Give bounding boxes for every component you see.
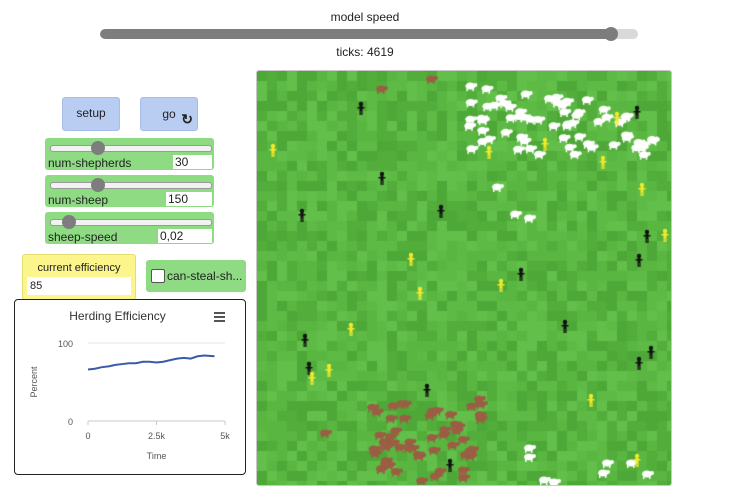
model-speed-label: model speed: [330, 10, 400, 24]
monitor-label: current efficiency: [37, 262, 121, 274]
y-tick-label: 100: [58, 339, 73, 349]
slider-num-shepherds[interactable]: num-shepherds 30: [45, 138, 214, 170]
slider-thumb[interactable]: [62, 215, 77, 229]
forever-icon: ↻: [181, 111, 193, 127]
x-tick-label: 2.5k: [148, 431, 166, 441]
slider-thumb[interactable]: [91, 178, 105, 192]
y-axis-label: Percent: [29, 366, 39, 398]
switch-label: can-steal-sh...: [167, 269, 243, 283]
x-tick-label: 0: [85, 431, 90, 441]
switch-checkbox[interactable]: [151, 269, 165, 283]
setup-button[interactable]: setup: [62, 97, 120, 131]
slider-value: 0,02: [158, 229, 212, 243]
model-speed-thumb[interactable]: [604, 27, 619, 41]
y-tick-label: 0: [68, 417, 73, 427]
slider-label: sheep-speed: [48, 230, 118, 244]
world-view[interactable]: [256, 70, 672, 486]
slider-value: 30: [173, 155, 212, 169]
slider-value: 150: [166, 192, 212, 206]
x-tick-label: 5k: [220, 431, 230, 441]
slider-label: num-sheep: [48, 193, 109, 207]
slider-label: num-shepherds: [48, 156, 132, 170]
slider-track[interactable]: [50, 182, 212, 189]
model-speed-slider[interactable]: [100, 29, 638, 39]
series-line: [87, 354, 215, 371]
slider-sheep-speed[interactable]: sheep-speed 0,02: [45, 212, 214, 244]
slider-num-sheep[interactable]: num-sheep 150: [45, 175, 214, 207]
monitor-value: 85: [27, 277, 131, 295]
slider-thumb[interactable]: [91, 141, 105, 155]
ticks-counter: ticks: 4619: [0, 45, 730, 59]
x-axis-label: Time: [147, 451, 167, 461]
can-steal-switch[interactable]: can-steal-sh...: [146, 260, 246, 292]
ticks-label: ticks:: [336, 45, 364, 59]
model-speed-fill: [100, 29, 612, 39]
current-efficiency-monitor: current efficiency 85: [22, 254, 136, 300]
ticks-value: 4619: [366, 45, 394, 59]
plot-chart: 100 0 0 2.5k 5k Time Percent: [29, 339, 230, 461]
slider-track[interactable]: [50, 145, 212, 152]
go-button[interactable]: go ↻: [140, 97, 198, 131]
plot-panel: Herding Efficiency 100 0 0 2.5k 5k Time Percen…: [14, 299, 246, 475]
